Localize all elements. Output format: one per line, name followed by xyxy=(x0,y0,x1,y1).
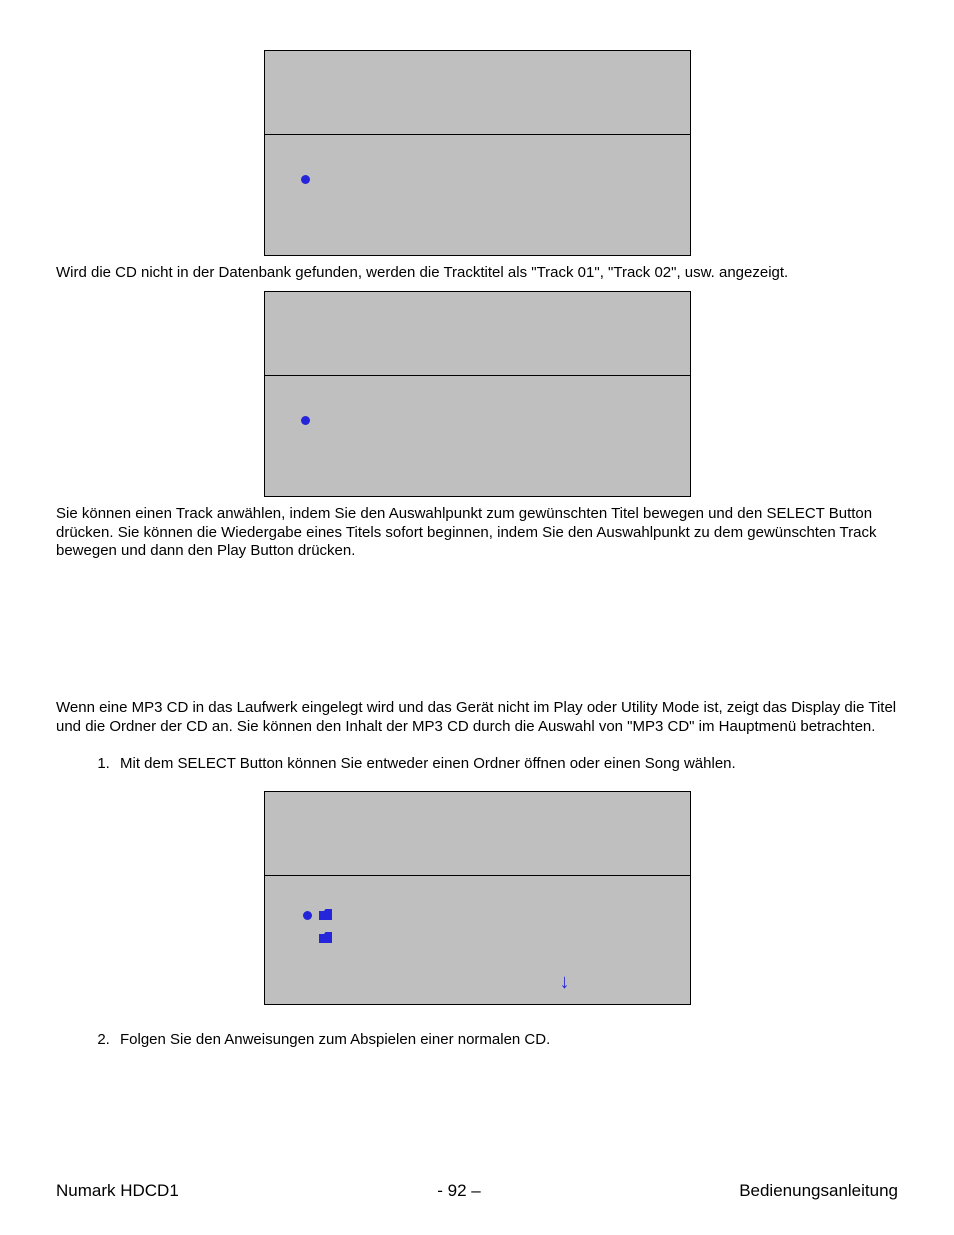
paragraph: Sie können einen Track anwählen, indem S… xyxy=(56,505,898,561)
ordered-list: Folgen Sie den Anweisungen zum Abspielen… xyxy=(56,1031,898,1050)
selection-dot-icon xyxy=(301,416,310,425)
folder-icon xyxy=(319,909,332,919)
footer-right: Bedienungsanleitung xyxy=(739,1181,898,1201)
display-top xyxy=(265,792,690,876)
display-screen-3: ↓ xyxy=(264,791,691,1005)
paragraph: Wenn eine MP3 CD in das Laufwerk eingele… xyxy=(56,699,898,737)
footer-page-number: - 92 – xyxy=(437,1181,480,1201)
display-top xyxy=(265,292,690,376)
down-arrow-icon: ↓ xyxy=(560,971,570,994)
selection-dot-icon xyxy=(301,175,310,184)
spacer xyxy=(56,745,898,755)
list-item: Mit dem SELECT Button können Sie entwede… xyxy=(114,755,898,774)
page-footer: Numark HDCD1 - 92 – Bedienungsanleitung xyxy=(56,1181,898,1201)
folder-icon xyxy=(319,932,332,942)
display-bottom: ↓ xyxy=(265,876,690,1004)
list-item-text: Folgen Sie den Anweisungen zum Abspielen… xyxy=(120,1031,550,1048)
list-item-text: Mit dem SELECT Button können Sie entwede… xyxy=(120,755,736,772)
display-screen-2 xyxy=(264,291,691,497)
page: Wird die CD nicht in der Datenbank gefun… xyxy=(0,0,954,1235)
display-screen-1 xyxy=(264,50,691,256)
paragraph: Wird die CD nicht in der Datenbank gefun… xyxy=(56,264,898,283)
selection-dot-icon xyxy=(303,911,312,920)
spacer xyxy=(56,1013,898,1031)
display-bottom xyxy=(265,135,690,255)
footer-left: Numark HDCD1 xyxy=(56,1181,179,1201)
list-item: Folgen Sie den Anweisungen zum Abspielen… xyxy=(114,1031,898,1050)
ordered-list: Mit dem SELECT Button können Sie entwede… xyxy=(56,755,898,774)
display-top xyxy=(265,51,690,135)
display-bottom xyxy=(265,376,690,496)
spacer xyxy=(56,569,898,699)
